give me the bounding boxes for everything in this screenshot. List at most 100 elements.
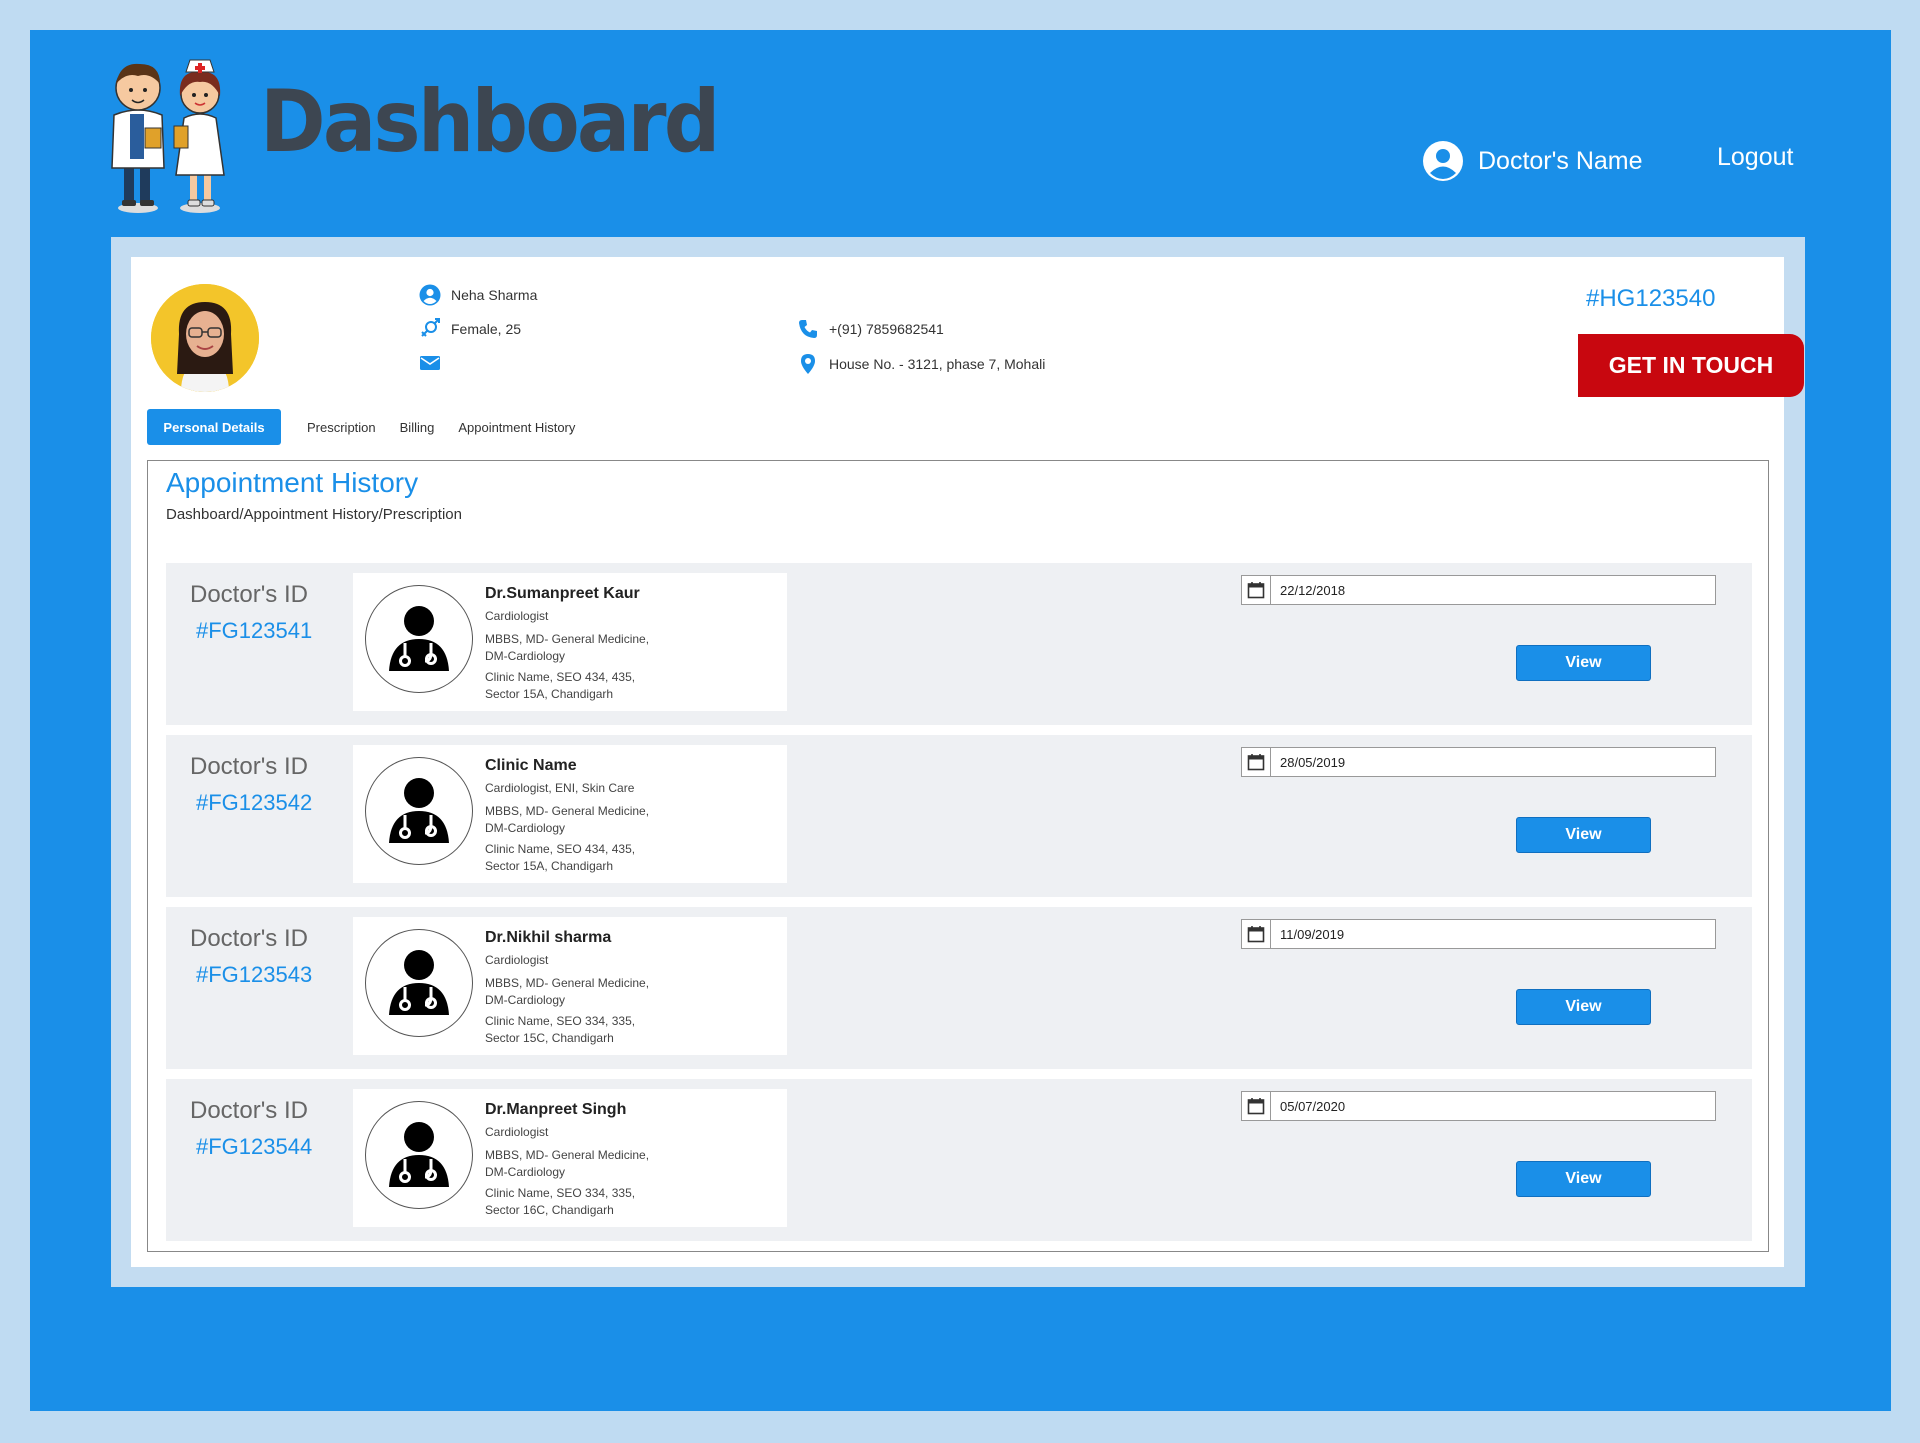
- doctor-id-label: Doctor's ID: [190, 581, 308, 608]
- patient-id: #HG123540: [1586, 285, 1716, 312]
- doctor-info: Dr.Manpreet Singh Cardiologist MBBS, MD-…: [353, 1089, 787, 1227]
- doctor-info: Dr.Sumanpreet Kaur Cardiologist MBBS, MD…: [353, 573, 787, 711]
- doctor-info: Dr.Nikhil sharma Cardiologist MBBS, MD- …: [353, 917, 787, 1055]
- doctor-education: MBBS, MD- General Medicine,: [485, 804, 650, 818]
- appointment-date-field[interactable]: 05/07/2020: [1241, 1091, 1716, 1121]
- clinic-address: Sector 15C, Chandigarh: [485, 1031, 614, 1045]
- user-profile-menu[interactable]: Doctor's Name: [1422, 140, 1643, 182]
- doctor-stethoscope-icon: [389, 606, 449, 671]
- doctor-education: DM-Cardiology: [485, 1165, 566, 1179]
- view-button[interactable]: View: [1516, 645, 1651, 681]
- patient-phone: +(91) 7859682541: [829, 321, 944, 337]
- clinic-address: Clinic Name, SEO 334, 335,: [485, 1014, 636, 1028]
- doctor-nurse-logo-icon: [111, 59, 225, 213]
- patient-card: Neha Sharma Female, 25 +(91) 7859682541 …: [131, 257, 1804, 1267]
- tab-prescription[interactable]: Prescription: [307, 420, 376, 435]
- date-input[interactable]: 22/12/2018: [1271, 575, 1716, 605]
- email-icon[interactable]: [419, 354, 441, 372]
- date-input[interactable]: 05/07/2020: [1271, 1091, 1716, 1121]
- doctor-specialty: Cardiologist, ENI, Skin Care: [485, 781, 635, 795]
- content-panel: Neha Sharma Female, 25 +(91) 7859682541 …: [111, 237, 1805, 1287]
- doctor-stethoscope-icon: [389, 778, 449, 843]
- doctor-name: Dr.Nikhil sharma: [485, 929, 612, 946]
- clinic-address: Sector 16C, Chandigarh: [485, 1203, 614, 1217]
- appointment-date-field[interactable]: 28/05/2019: [1241, 747, 1716, 777]
- doctor-education: DM-Cardiology: [485, 993, 566, 1007]
- doctor-info: Clinic Name Cardiologist, ENI, Skin Care…: [353, 745, 787, 883]
- calendar-icon[interactable]: [1241, 747, 1271, 777]
- doctor-id-label: Doctor's ID: [190, 753, 308, 780]
- view-button[interactable]: View: [1516, 1161, 1651, 1197]
- tab-personal-details[interactable]: Personal Details: [147, 409, 281, 445]
- patient-phone-row: +(91) 7859682541: [797, 318, 944, 340]
- doctor-stethoscope-icon: [389, 950, 449, 1015]
- section-title: Appointment History: [166, 467, 419, 498]
- location-pin-icon: [801, 354, 815, 374]
- logout-link[interactable]: Logout: [1717, 143, 1793, 172]
- breadcrumb: Dashboard/Appointment History/Prescripti…: [166, 506, 462, 523]
- clinic-address: Clinic Name, SEO 334, 335,: [485, 1186, 636, 1200]
- clinic-address: Clinic Name, SEO 434, 435,: [485, 842, 636, 856]
- doctor-details: Dr.Sumanpreet Kaur Cardiologist MBBS, MD…: [485, 585, 649, 703]
- doctor-id: #FG123541: [196, 618, 313, 643]
- app-frame: Dashboard Doctor's Name Logout Neha Shar…: [30, 30, 1891, 1411]
- view-button[interactable]: View: [1516, 817, 1651, 853]
- calendar-icon[interactable]: [1241, 919, 1271, 949]
- patient-gender-age: Female, 25: [451, 321, 522, 337]
- doctor-specialty: Cardiologist: [485, 953, 549, 967]
- patient-name-row: Neha Sharma: [419, 284, 537, 306]
- doctor-details: Dr.Manpreet Singh Cardiologist MBBS, MD-…: [485, 1101, 649, 1219]
- doctor-name: Doctor's Name: [1478, 146, 1643, 175]
- doctor-details: Clinic Name Cardiologist, ENI, Skin Care…: [485, 757, 649, 875]
- doctor-id: #FG123542: [196, 790, 313, 815]
- user-icon: [419, 284, 441, 306]
- date-input[interactable]: 11/09/2019: [1271, 919, 1716, 949]
- calendar-icon[interactable]: [1241, 1091, 1271, 1121]
- calendar-icon[interactable]: [1241, 575, 1271, 605]
- doctor-specialty: Cardiologist: [485, 1125, 549, 1139]
- patient-name: Neha Sharma: [451, 287, 538, 303]
- patient-photo-icon: [151, 284, 259, 392]
- appointment-card: Doctor's ID #FG123543 Dr.Nikhil sharma C…: [166, 907, 1752, 1069]
- page-title: Dashboard: [260, 72, 720, 172]
- patient-gender-row: Female, 25: [419, 318, 521, 340]
- clinic-address: Sector 15A, Chandigarh: [485, 687, 614, 701]
- appointment-history-section: Appointment History Dashboard/Appointmen…: [147, 460, 1769, 1252]
- doctor-id: #FG123543: [196, 962, 313, 987]
- clinic-address: Sector 15A, Chandigarh: [485, 859, 614, 873]
- doctor-stethoscope-icon: [389, 1122, 449, 1187]
- appointment-card: Doctor's ID #FG123542 Clinic Name Cardio…: [166, 735, 1752, 897]
- patient-address: House No. - 3121, phase 7, Mohali: [829, 356, 1046, 372]
- appointment-card: Doctor's ID #FG123541 Dr.Sumanpreet Kaur…: [166, 563, 1752, 725]
- appointment-date-field[interactable]: 22/12/2018: [1241, 575, 1716, 605]
- patient-email-row: [419, 354, 451, 372]
- get-in-touch-button[interactable]: GET IN TOUCH: [1578, 334, 1804, 397]
- phone-icon: [799, 320, 817, 338]
- doctor-education: MBBS, MD- General Medicine,: [485, 632, 650, 646]
- doctor-id: #FG123544: [196, 1134, 313, 1159]
- doctor-education: MBBS, MD- General Medicine,: [485, 1148, 650, 1162]
- patient-avatar: [151, 284, 259, 392]
- gender-icon: [421, 318, 440, 337]
- doctor-name: Dr.Sumanpreet Kaur: [485, 585, 640, 602]
- doctor-education: DM-Cardiology: [485, 821, 566, 835]
- doctor-education: DM-Cardiology: [485, 649, 566, 663]
- doctor-id-label: Doctor's ID: [190, 1097, 308, 1124]
- doctor-details: Dr.Nikhil sharma Cardiologist MBBS, MD- …: [485, 929, 649, 1047]
- view-button[interactable]: View: [1516, 989, 1651, 1025]
- doctor-education: MBBS, MD- General Medicine,: [485, 976, 650, 990]
- tab-appointment-history[interactable]: Appointment History: [458, 420, 575, 435]
- patient-tabs: Personal Details Prescription Billing Ap…: [147, 409, 599, 445]
- appointment-date-field[interactable]: 11/09/2019: [1241, 919, 1716, 949]
- doctor-avatar: [365, 585, 473, 693]
- clinic-address: Clinic Name, SEO 434, 435,: [485, 670, 636, 684]
- doctor-name: Clinic Name: [485, 757, 577, 774]
- date-input[interactable]: 28/05/2019: [1271, 747, 1716, 777]
- doctor-avatar: [365, 929, 473, 1037]
- doctor-id-label: Doctor's ID: [190, 925, 308, 952]
- patient-address-row: House No. - 3121, phase 7, Mohali: [797, 353, 1045, 375]
- doctor-avatar: [365, 1101, 473, 1209]
- doctor-avatar: [365, 757, 473, 865]
- tab-billing[interactable]: Billing: [400, 420, 435, 435]
- doctor-specialty: Cardiologist: [485, 609, 549, 623]
